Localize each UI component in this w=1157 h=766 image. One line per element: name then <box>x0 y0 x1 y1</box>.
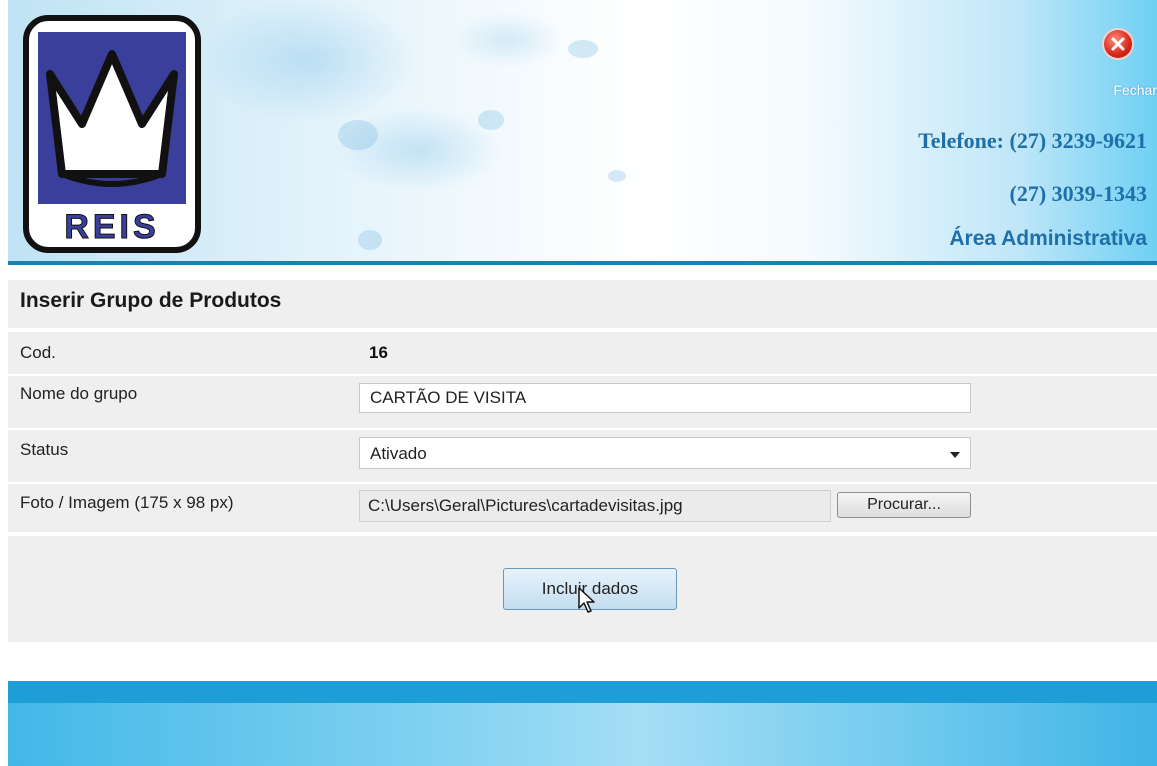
status-select[interactable]: Ativado <box>359 437 971 469</box>
footer <box>8 703 1157 766</box>
header-divider <box>8 261 1157 265</box>
cod-label: Cod. <box>20 343 56 362</box>
form-title-row: Inserir Grupo de Produtos <box>8 280 1157 328</box>
row-value-cell: C:\Users\Geral\Pictures\cartadevisitas.j… <box>351 484 1157 532</box>
mouse-cursor-icon <box>578 587 595 613</box>
group-name-label: Nome do grupo <box>20 384 138 403</box>
svg-text:REIS: REIS <box>64 208 159 246</box>
page-title: Inserir Grupo de Produtos <box>20 289 282 312</box>
row-label-cell: Nome do grupo <box>8 376 346 428</box>
form-row-status: Status Ativado <box>8 430 1157 482</box>
form-row-cod: Cod. 16 <box>8 332 1157 374</box>
row-label-cell: Foto / Imagem (175 x 98 px) <box>8 484 346 532</box>
close-button[interactable] <box>1104 30 1132 58</box>
row-value-cell: CARTÃO DE VISITA <box>351 376 1157 428</box>
row-value-cell: 16 <box>351 332 1157 374</box>
area-admin-label: Área Administrativa <box>949 227 1147 250</box>
decorative-splash <box>478 110 504 130</box>
logo[interactable]: REIS <box>22 14 202 254</box>
status-label: Status <box>20 440 69 459</box>
cod-value: 16 <box>369 343 388 362</box>
decorative-splash <box>568 40 598 58</box>
group-name-input[interactable]: CARTÃO DE VISITA <box>359 383 971 413</box>
row-label-cell: Status <box>8 430 346 482</box>
row-label-cell: Cod. <box>8 332 346 374</box>
decorative-splash <box>338 120 378 150</box>
status-selected-value: Ativado <box>370 444 427 463</box>
phone-line-2: (27) 3039-1343 <box>1009 181 1147 206</box>
close-icon <box>1111 37 1125 51</box>
dropdown-caret-icon <box>950 452 960 458</box>
close-label[interactable]: Fechar <box>1077 82 1157 98</box>
phone-line-1: Telefone: (27) 3239-9621 <box>918 128 1147 153</box>
form-row-image: Foto / Imagem (175 x 98 px) C:\Users\Ger… <box>8 484 1157 532</box>
browse-button[interactable]: Procurar... <box>837 492 971 518</box>
form-row-group-name: Nome do grupo CARTÃO DE VISITA <box>8 376 1157 428</box>
decorative-splash <box>608 170 626 182</box>
decorative-splash <box>358 230 382 250</box>
image-label: Foto / Imagem (175 x 98 px) <box>20 493 234 512</box>
logo-crown-icon: REIS <box>23 15 201 253</box>
row-value-cell: Ativado <box>351 430 1157 482</box>
image-file-input[interactable]: C:\Users\Geral\Pictures\cartadevisitas.j… <box>359 490 831 522</box>
footer-bar <box>8 681 1157 703</box>
